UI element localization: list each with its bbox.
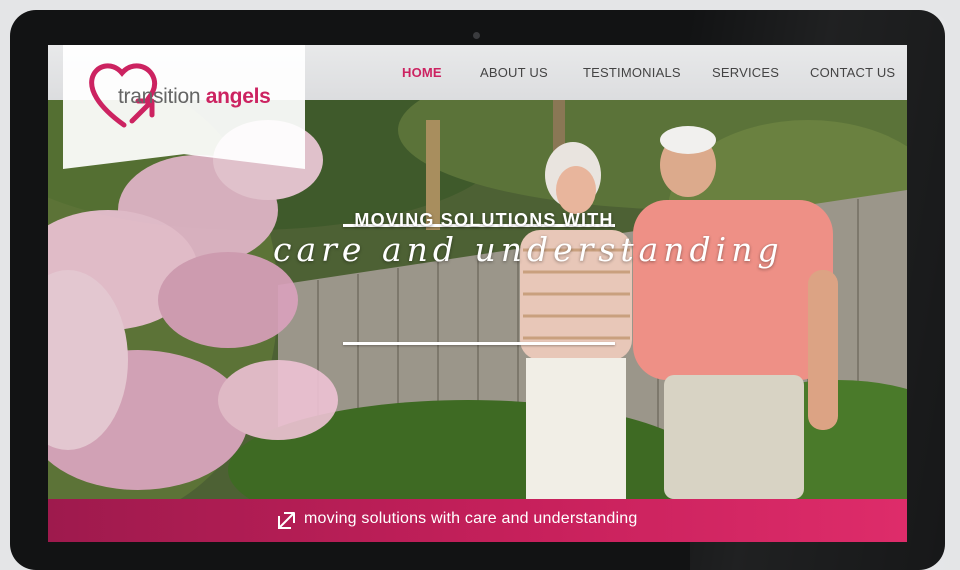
- nav-services[interactable]: SERVICES: [712, 65, 779, 80]
- logo-banner[interactable]: transition angels: [63, 45, 305, 169]
- arrow-up-right-icon: [278, 512, 295, 529]
- nav-about-us[interactable]: ABOUT US: [480, 65, 548, 80]
- website-screen: MOVING SOLUTIONS WITH care and understan…: [48, 45, 907, 542]
- hero-title: MOVING SOLUTIONS WITH: [354, 210, 614, 230]
- brand-name-part2: angels: [205, 85, 271, 108]
- camera-icon: [473, 32, 480, 39]
- nav-home[interactable]: HOME: [402, 65, 442, 80]
- hero-script-tagline: care and understanding: [273, 230, 784, 269]
- tagline-text: moving solutions with care and understan…: [304, 510, 638, 527]
- brand-name: transition angels: [118, 85, 271, 109]
- nav-contact-us[interactable]: CONTACT US: [810, 65, 895, 80]
- hero-image: MOVING SOLUTIONS WITH care and understan…: [48, 100, 907, 499]
- nav-testimonials[interactable]: TESTIMONIALS: [583, 65, 681, 80]
- brand-name-part1: transition: [118, 85, 201, 108]
- tagline-bar: moving solutions with care and understan…: [48, 499, 907, 542]
- hero-photo-illustration: [48, 100, 907, 499]
- hero-bottom-rule: [343, 342, 615, 345]
